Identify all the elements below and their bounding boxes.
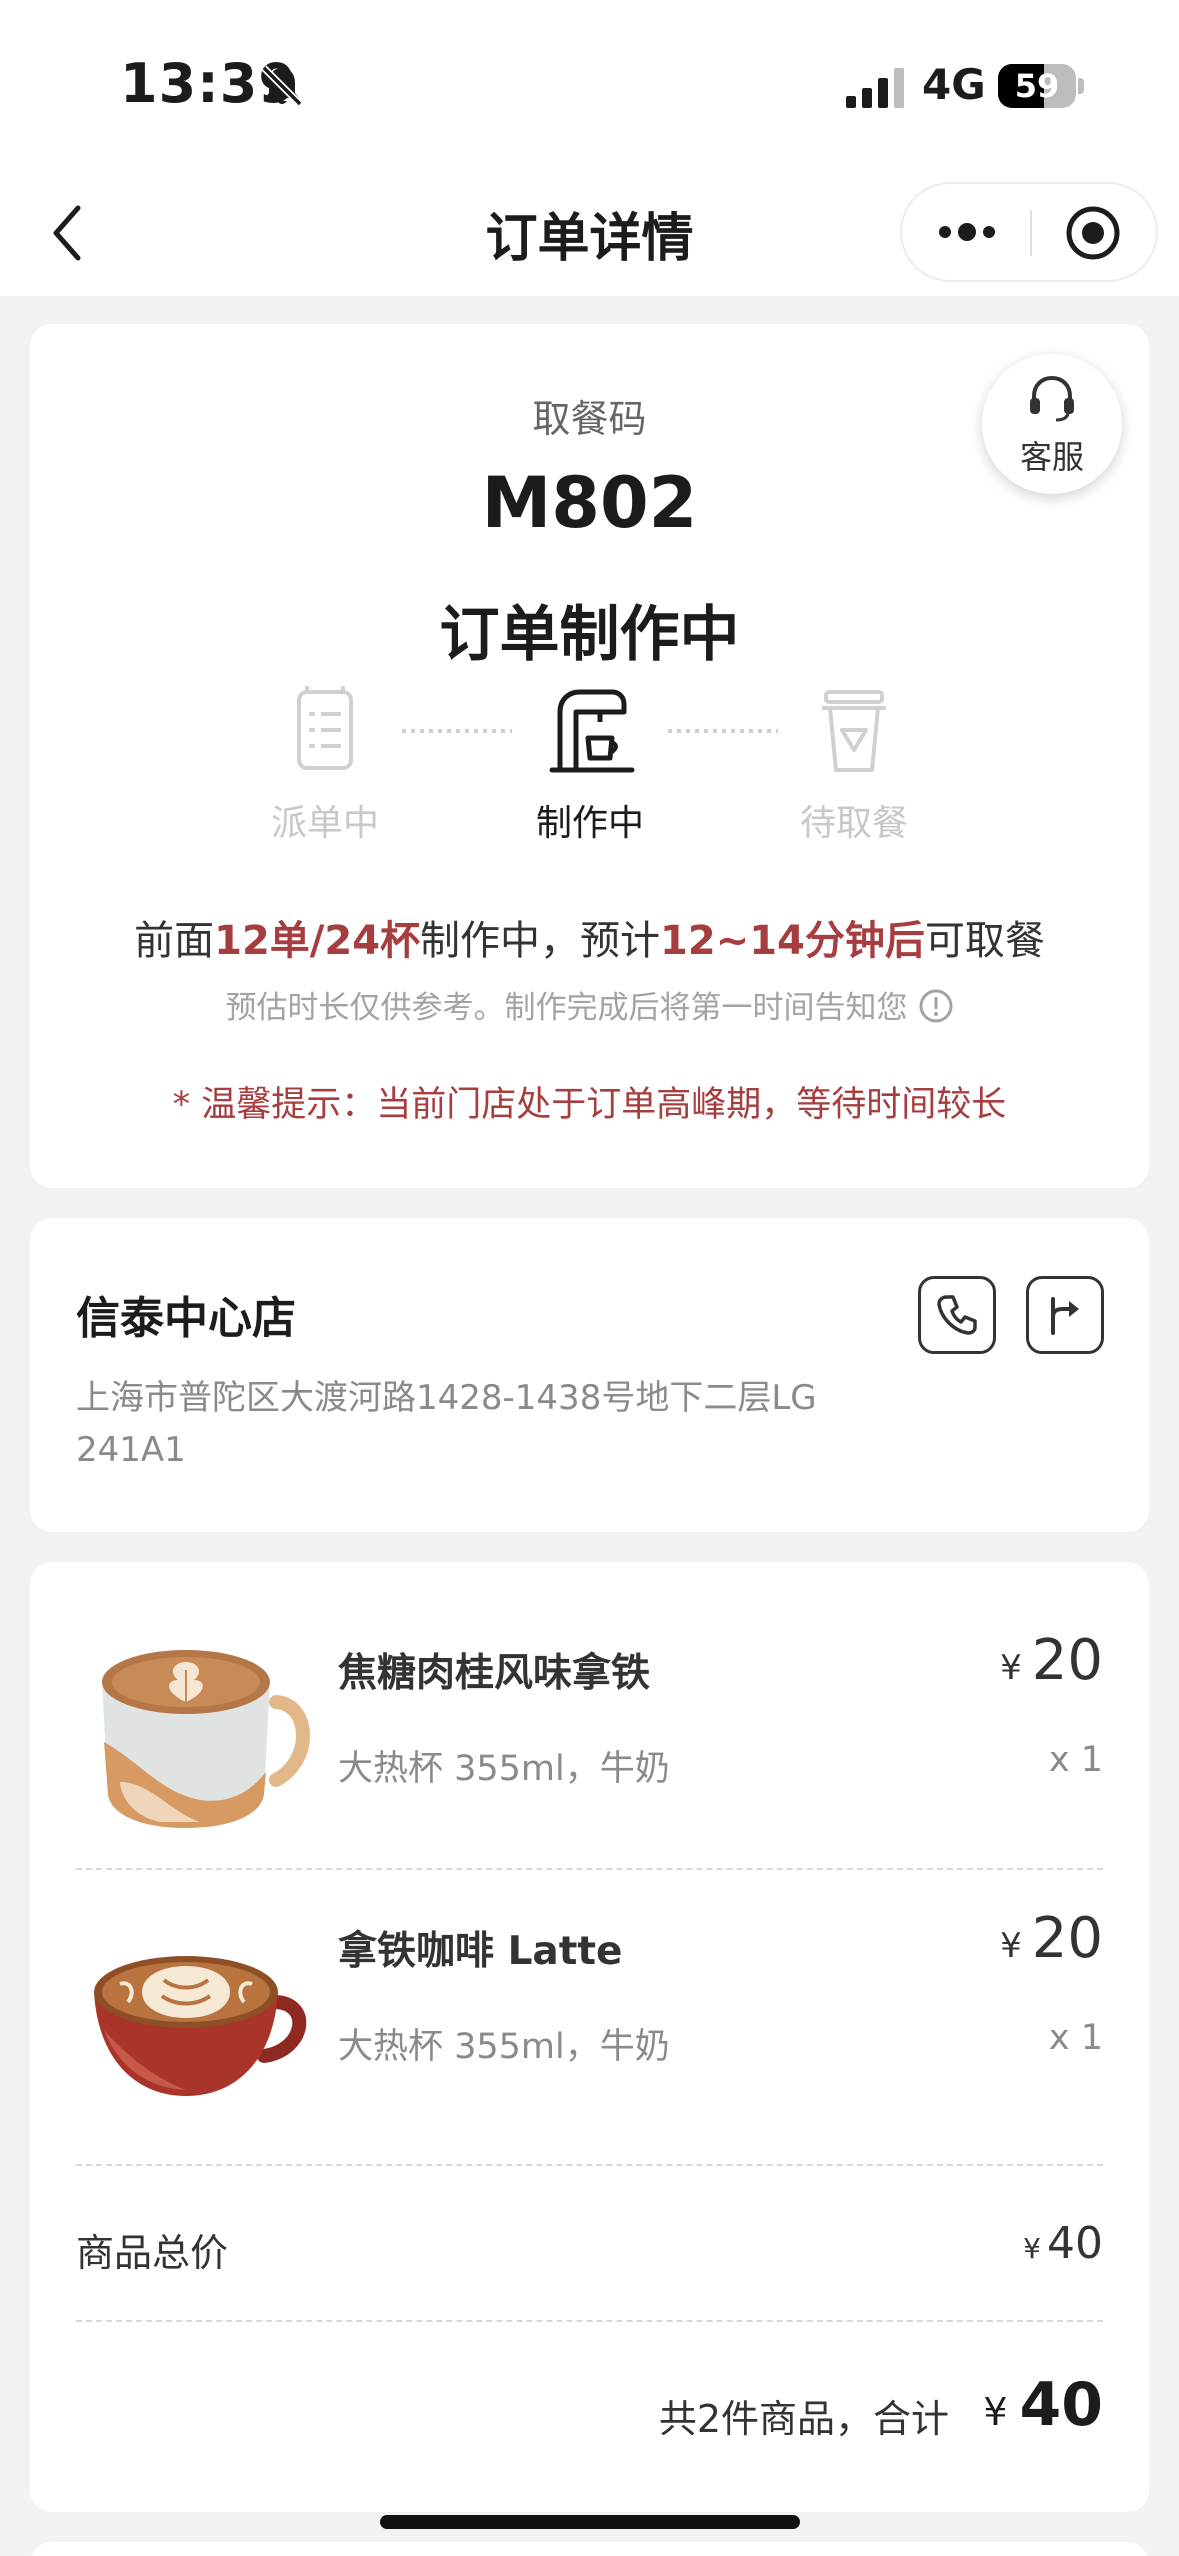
order-item: 拿铁咖啡 Latte 大热杯 355ml，牛奶 ¥20 x 1 (30, 1900, 1149, 2150)
dashed-divider (76, 2320, 1103, 2322)
step-connector (668, 729, 778, 733)
bell-muted-icon (261, 65, 303, 107)
currency-symbol: ¥ (1000, 1926, 1022, 1966)
pickup-code-label: 取餐码 (532, 397, 647, 441)
call-store-button[interactable] (918, 1276, 996, 1354)
pickup-code: M802 (481, 462, 698, 544)
currency-symbol: ¥ (983, 2390, 1008, 2434)
mini-program-capsule (900, 182, 1158, 282)
item-price: ¥20 (1000, 1906, 1103, 1971)
latte-mug-image (102, 1650, 310, 1828)
total-amount: 40 (1019, 2370, 1104, 2440)
directions-icon (1051, 1297, 1079, 1335)
cup-icon (822, 690, 886, 772)
next-card (30, 2542, 1149, 2556)
home-indicator[interactable] (380, 2515, 800, 2529)
order-items-card: 焦糖肉桂风味拿铁 大热杯 355ml，牛奶 ¥20 x 1 拿铁咖啡 Latte… (30, 1562, 1149, 2512)
item-price: ¥20 (1000, 1628, 1103, 1693)
step-dispatching: 派单中 (235, 682, 415, 846)
nav-bar: 订单详情 (0, 170, 1179, 296)
total-value: ¥40 (983, 2370, 1103, 2440)
step-label: 派单中 (270, 803, 379, 844)
coffee-machine-icon (549, 689, 635, 773)
eta-time: 12~14分钟后 (660, 918, 925, 964)
peak-warning: * 温馨提示：当前门店处于订单高峰期，等待时间较长 (172, 1085, 1007, 1125)
receipt-icon (297, 686, 353, 770)
total-label: 共2件商品，合计 (658, 2397, 949, 2441)
step-making: 制作中 (500, 682, 680, 846)
queue-count: 12单/24杯 (214, 918, 421, 964)
info-icon[interactable] (918, 988, 954, 1024)
item-price-value: 20 (1031, 1906, 1103, 1971)
order-status-title: 订单制作中 (439, 600, 740, 670)
target-close-icon[interactable] (1064, 204, 1122, 262)
subtotal-label: 商品总价 (76, 2231, 229, 2275)
item-quantity: x 1 (1048, 2018, 1103, 2058)
estimate-note-text: 预估时长仅供参考。制作完成后将第一时间告知您 (225, 990, 908, 1026)
signal-icon (846, 68, 904, 108)
dashed-divider (76, 2164, 1103, 2166)
queue-progress-text: 前面12单/24杯制作中，预计12~14分钟后可取餐 (30, 908, 1149, 966)
network-label: 4G (922, 60, 986, 109)
battery-level: 59 (1014, 67, 1060, 105)
step-label: 制作中 (535, 803, 644, 844)
order-detail-page: 13:39 4G 59 订单详情 客服 取餐码 M802 订单制作中 派单中 制… (0, 0, 1179, 2556)
order-item: 焦糖肉桂风味拿铁 大热杯 355ml，牛奶 ¥20 x 1 (30, 1622, 1149, 1872)
subtotal-value: ¥40 (1023, 2218, 1103, 2269)
battery-cap (1078, 78, 1084, 94)
latte-cup-image (94, 1956, 307, 2096)
capsule-divider (1030, 210, 1032, 256)
item-spec: 大热杯 355ml，牛奶 (338, 2027, 670, 2067)
order-status-card: 客服 取餐码 M802 订单制作中 派单中 制作中 待取餐 前面12单/24杯制… (30, 324, 1149, 1188)
step-ready-for-pickup: 待取餐 (764, 682, 944, 846)
store-name: 信泰中心店 (76, 1293, 296, 1344)
phone-icon (937, 1295, 977, 1335)
more-dots-icon[interactable] (932, 204, 1002, 260)
status-bar: 13:39 4G 59 (0, 0, 1179, 170)
estimate-note: 预估时长仅供参考。制作完成后将第一时间告知您 (30, 982, 1149, 1027)
subtotal-amount: 40 (1047, 2218, 1103, 2269)
battery-icon: 59 (998, 64, 1076, 108)
currency-symbol: ¥ (1023, 2232, 1041, 2265)
store-address: 上海市普陀区大渡河路1428-1438号地下二层LG 241A1 (76, 1378, 817, 1470)
item-name: 拿铁咖啡 Latte (338, 1929, 623, 1974)
progress-suffix: 可取餐 (924, 918, 1045, 964)
dashed-divider (76, 1868, 1103, 1870)
item-quantity: x 1 (1048, 1740, 1103, 1780)
item-spec: 大热杯 355ml，牛奶 (338, 1749, 670, 1789)
progress-prefix: 前面 (134, 918, 215, 964)
item-price-value: 20 (1031, 1628, 1103, 1693)
item-name: 焦糖肉桂风味拿铁 (338, 1651, 651, 1696)
progress-middle: 制作中，预计 (420, 918, 661, 964)
step-connector (402, 729, 512, 733)
step-label: 待取餐 (799, 803, 908, 844)
currency-symbol: ¥ (1000, 1648, 1022, 1688)
store-card: 信泰中心店 上海市普陀区大渡河路1428-1438号地下二层LG 241A1 (30, 1218, 1149, 1532)
navigate-store-button[interactable] (1026, 1276, 1104, 1354)
